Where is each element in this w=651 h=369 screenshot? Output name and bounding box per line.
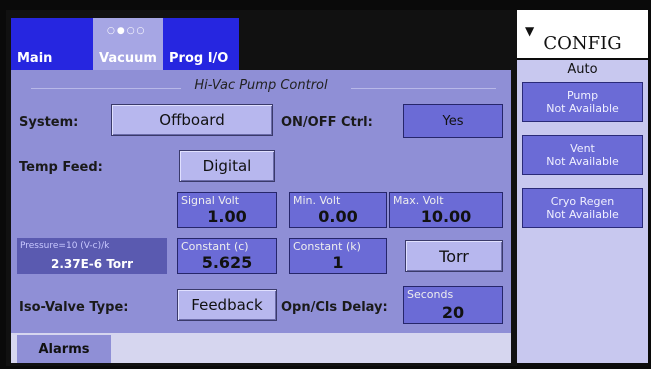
vent-status: Not Available <box>546 155 619 168</box>
bottom-bar: Alarms <box>11 333 511 363</box>
signal-volt-value: 1.00 <box>207 207 247 226</box>
iso-valve-type-button[interactable]: Feedback <box>177 289 277 321</box>
delay-caption: Seconds <box>407 288 454 301</box>
cryo-regen-title: Cryo Regen <box>550 195 615 208</box>
max-volt-caption: Max. Volt <box>393 194 444 207</box>
pressure-readout: Pressure=10 (V-c)/k 2.37E-6 Torr <box>17 238 167 274</box>
tab-main[interactable]: Main <box>11 18 93 70</box>
sidebar-item-pump[interactable]: Pump Not Available <box>522 82 643 122</box>
sidebar: ▼ CONFIG Auto Pump Not Available Vent No… <box>517 10 648 366</box>
sidebar-item-vent[interactable]: Vent Not Available <box>522 135 643 175</box>
vent-title: Vent <box>570 142 595 155</box>
pump-status: Not Available <box>546 102 619 115</box>
onoff-ctrl-label: ON/OFF Ctrl: <box>281 115 373 130</box>
max-volt-value: 10.00 <box>420 207 472 226</box>
page-indicator-dots: ○●○○ <box>107 26 147 36</box>
constant-k-caption: Constant (k) <box>293 240 361 253</box>
sidebar-panel: Auto Pump Not Available Vent Not Availab… <box>517 60 648 363</box>
constant-k-value: 1 <box>332 253 344 272</box>
pump-title: Pump <box>566 89 599 102</box>
min-volt-caption: Min. Volt <box>293 194 341 207</box>
pressure-formula: Pressure=10 (V-c)/k <box>20 241 110 251</box>
tab-main-label: Main <box>17 51 53 66</box>
signal-volt-caption: Signal Volt <box>181 194 240 207</box>
constant-c-caption: Constant (c) <box>181 240 249 253</box>
constant-c-field[interactable]: Constant (c) 5.625 <box>177 238 277 274</box>
iso-valve-type-label: Iso-Valve Type: <box>19 300 129 315</box>
onoff-ctrl-value[interactable]: Yes <box>403 104 503 138</box>
alarms-button[interactable]: Alarms <box>17 335 111 363</box>
hi-vac-pump-panel: Hi-Vac Pump Control System: Offboard ON/… <box>11 70 511 333</box>
pressure-value: 2.37E-6 Torr <box>51 257 133 271</box>
system-button[interactable]: Offboard <box>111 104 273 136</box>
system-label: System: <box>19 115 79 130</box>
constant-c-value: 5.625 <box>201 253 253 272</box>
constant-k-field[interactable]: Constant (k) 1 <box>289 238 387 274</box>
signal-volt-field[interactable]: Signal Volt 1.00 <box>177 192 277 228</box>
open-close-delay-field[interactable]: Seconds 20 <box>403 286 503 324</box>
min-volt-field[interactable]: Min. Volt 0.00 <box>289 192 387 228</box>
tab-vacuum-label: Vacuum <box>99 51 157 66</box>
mode-label: Auto <box>567 62 598 77</box>
touch-screen: Main ○●○○ Vacuum Prog I/O Hi-Vac Pump Co… <box>6 10 648 366</box>
delay-value: 20 <box>441 303 465 322</box>
section-title: Hi-Vac Pump Control <box>194 78 328 93</box>
max-volt-field[interactable]: Max. Volt 10.00 <box>389 192 503 228</box>
config-menu-button[interactable]: ▼ CONFIG <box>517 10 648 58</box>
config-label: CONFIG <box>543 33 622 54</box>
tab-prog-io[interactable]: Prog I/O <box>163 18 239 70</box>
tab-prog-io-label: Prog I/O <box>169 51 229 66</box>
dropdown-arrow-icon: ▼ <box>525 24 535 38</box>
cryo-regen-status: Not Available <box>546 208 619 221</box>
min-volt-value: 0.00 <box>318 207 358 226</box>
temp-feed-button[interactable]: Digital <box>179 150 275 182</box>
temp-feed-label: Temp Feed: <box>19 160 103 175</box>
open-close-delay-label: Opn/Cls Delay: <box>281 300 388 315</box>
tab-vacuum[interactable]: ○●○○ Vacuum <box>93 18 163 70</box>
pressure-units-button[interactable]: Torr <box>405 240 503 272</box>
sidebar-item-cryo-regen[interactable]: Cryo Regen Not Available <box>522 188 643 228</box>
